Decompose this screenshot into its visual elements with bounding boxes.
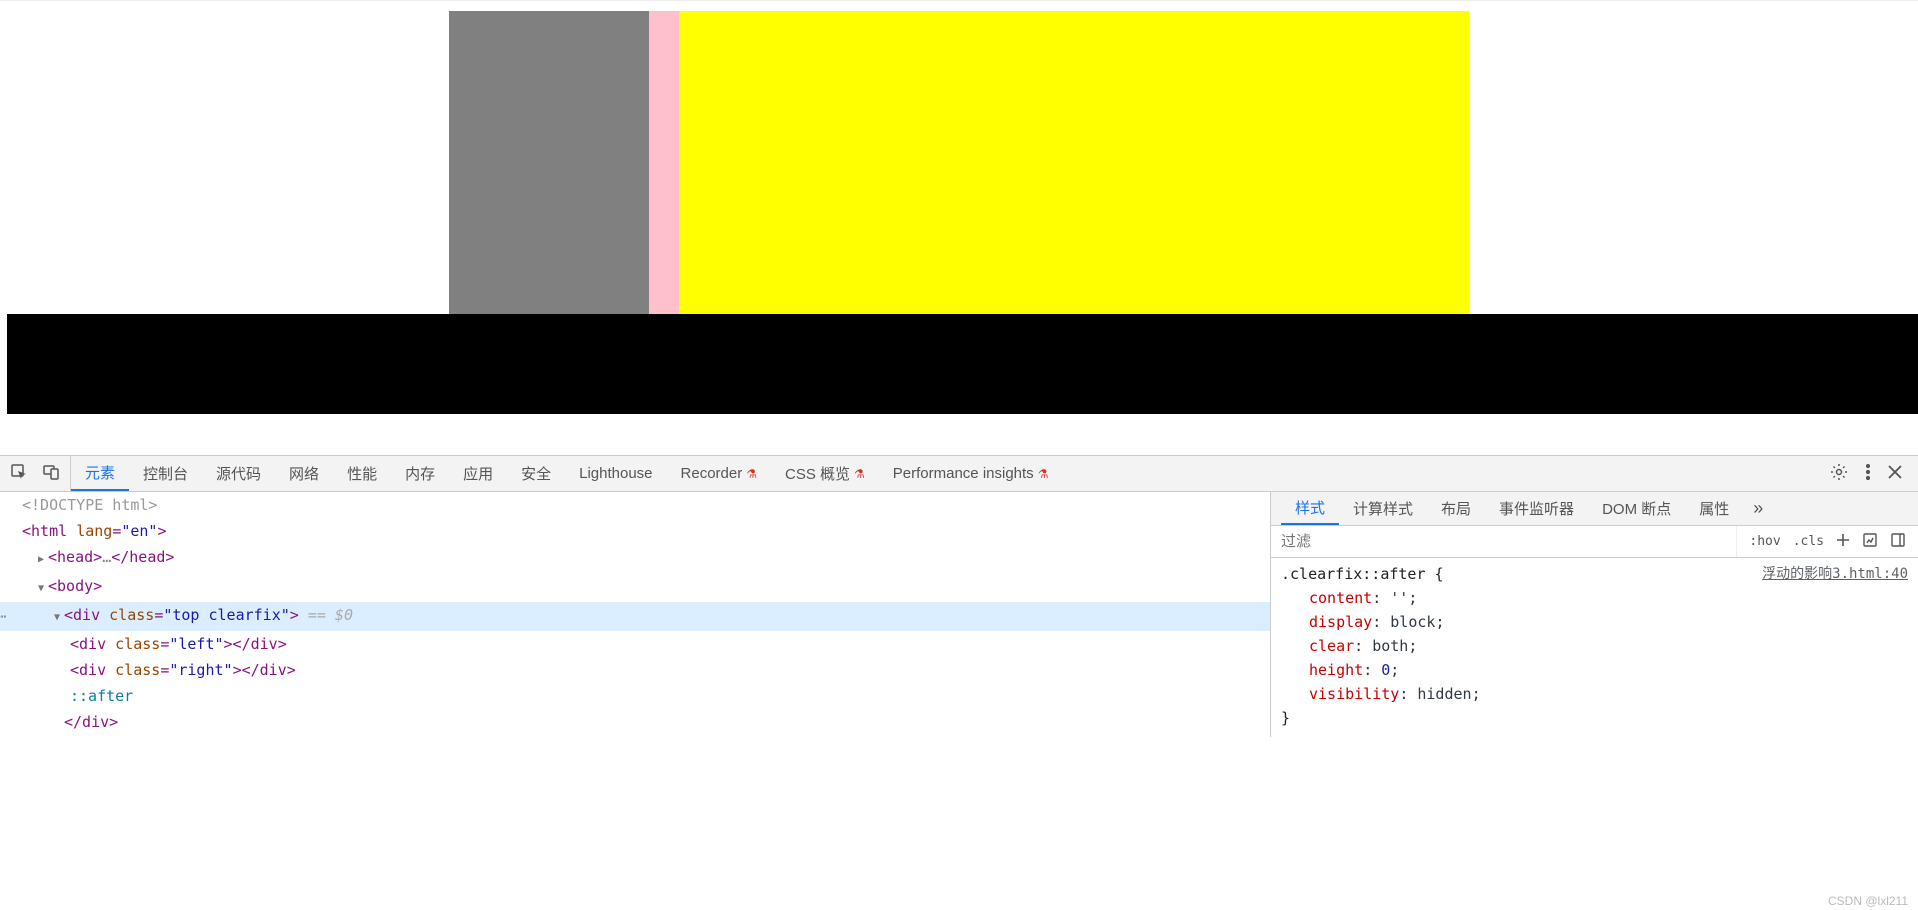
- flask-icon: ⚗: [1038, 467, 1049, 481]
- devtools-tabs: 元素 控制台 源代码 网络 性能 内存 应用 安全 Lighthouse Rec…: [71, 456, 1814, 491]
- top-clearfix-div: [449, 11, 1469, 314]
- css-prop-visibility[interactable]: visibility: hidden;: [1281, 682, 1908, 706]
- inspect-icon[interactable]: [10, 463, 28, 484]
- cls-toggle[interactable]: .cls: [1793, 534, 1824, 549]
- selected-div-open[interactable]: ▼<div class="top clearfix"> == $0: [0, 602, 1270, 631]
- tab-sources[interactable]: 源代码: [202, 456, 275, 491]
- computed-sidebar-icon[interactable]: [1890, 532, 1906, 552]
- child-left[interactable]: <div class="left"></div>: [0, 631, 1270, 657]
- styles-tab-properties[interactable]: 属性: [1685, 492, 1743, 525]
- tab-application[interactable]: 应用: [449, 456, 507, 491]
- tab-network[interactable]: 网络: [275, 456, 333, 491]
- css-rules[interactable]: 浮动的影响3.html:40 .clearfix::after { conten…: [1271, 558, 1918, 737]
- devtools-body: <!DOCTYPE html> <html lang="en"> ▶<head>…: [0, 492, 1918, 737]
- flask-icon: ⚗: [746, 467, 757, 481]
- right-div: [679, 11, 1469, 314]
- tab-lighthouse[interactable]: Lighthouse: [565, 456, 666, 491]
- new-style-rule-icon[interactable]: [1836, 533, 1850, 551]
- styles-tabs: 样式 计算样式 布局 事件监听器 DOM 断点 属性 »: [1271, 492, 1918, 526]
- watermark: CSDN @lxl211: [1828, 894, 1908, 908]
- styles-filter-bar: :hov .cls: [1271, 526, 1918, 558]
- elements-panel[interactable]: <!DOCTYPE html> <html lang="en"> ▶<head>…: [0, 492, 1270, 737]
- tab-perf-insights[interactable]: Performance insights⚗: [879, 456, 1063, 491]
- styles-tab-listeners[interactable]: 事件监听器: [1485, 492, 1588, 525]
- gear-icon[interactable]: [1830, 463, 1848, 484]
- css-selector[interactable]: .clearfix::after {: [1281, 565, 1444, 583]
- device-toggle-icon[interactable]: [42, 463, 60, 484]
- tab-console[interactable]: 控制台: [129, 456, 202, 491]
- styles-tab-layout[interactable]: 布局: [1427, 492, 1485, 525]
- styles-tab-computed[interactable]: 计算样式: [1339, 492, 1427, 525]
- css-closing-brace: }: [1281, 709, 1290, 727]
- body-open[interactable]: ▼<body>: [0, 573, 1270, 602]
- css-prop-display[interactable]: display: block;: [1281, 610, 1908, 634]
- selected-div-close[interactable]: </div>: [0, 709, 1270, 735]
- head-line[interactable]: ▶<head>…</head>: [0, 544, 1270, 573]
- toolbar-right-icons: [1814, 463, 1918, 484]
- hov-toggle[interactable]: :hov: [1749, 534, 1780, 549]
- after-pseudo[interactable]: ::after: [0, 683, 1270, 709]
- tab-memory[interactable]: 内存: [391, 456, 449, 491]
- css-source-link[interactable]: 浮动的影响3.html:40: [1762, 562, 1908, 586]
- html-open[interactable]: <html lang="en">: [0, 518, 1270, 544]
- styles-tab-dom-breakpoints[interactable]: DOM 断点: [1588, 492, 1685, 525]
- tab-security[interactable]: 安全: [507, 456, 565, 491]
- flask-icon: ⚗: [854, 467, 865, 481]
- styles-tab-styles[interactable]: 样式: [1281, 492, 1339, 525]
- css-prop-clear[interactable]: clear: both;: [1281, 634, 1908, 658]
- doctype-line[interactable]: <!DOCTYPE html>: [0, 492, 1270, 518]
- close-icon[interactable]: [1888, 465, 1902, 482]
- styles-filter-input[interactable]: [1271, 529, 1736, 554]
- tab-css-overview[interactable]: CSS 概览⚗: [771, 456, 879, 491]
- tab-elements[interactable]: 元素: [71, 456, 129, 491]
- child-right[interactable]: <div class="right"></div>: [0, 657, 1270, 683]
- kebab-icon[interactable]: [1866, 464, 1870, 483]
- toolbar-left-icons: [0, 456, 71, 491]
- styles-tab-more[interactable]: »: [1743, 498, 1773, 519]
- rendered-page: [0, 0, 1918, 455]
- rendering-icon[interactable]: [1862, 532, 1878, 552]
- styles-filter-buttons: :hov .cls: [1736, 526, 1918, 557]
- styles-panel: 样式 计算样式 布局 事件监听器 DOM 断点 属性 » :hov .cls: [1270, 492, 1918, 737]
- tab-recorder[interactable]: Recorder⚗: [667, 456, 771, 491]
- devtools-toolbar: 元素 控制台 源代码 网络 性能 内存 应用 安全 Lighthouse Rec…: [0, 456, 1918, 492]
- black-bar: [7, 314, 1918, 414]
- tab-performance[interactable]: 性能: [333, 456, 391, 491]
- css-prop-height[interactable]: height: 0;: [1281, 658, 1908, 682]
- devtools: 元素 控制台 源代码 网络 性能 内存 应用 安全 Lighthouse Rec…: [0, 455, 1918, 737]
- page-container: [449, 1, 1469, 314]
- css-prop-content[interactable]: content: '';: [1281, 586, 1908, 610]
- left-div: [449, 11, 649, 314]
